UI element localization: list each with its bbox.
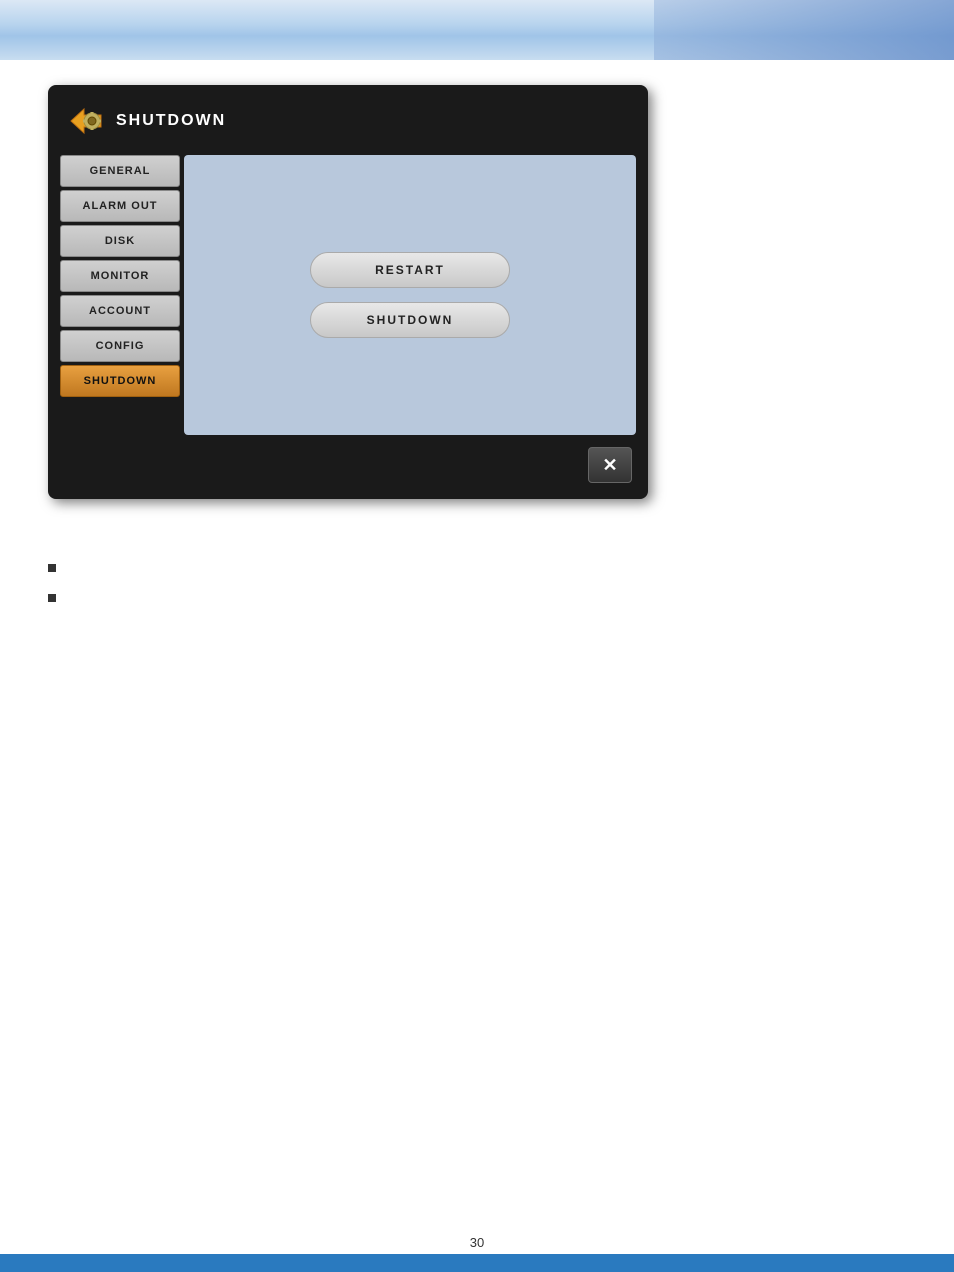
dialog-body: GENERAL ALARM OUT DISK MONITOR ACCOUNT C… <box>60 155 636 435</box>
content-panel: RESTART SHUTDOWN <box>184 155 636 435</box>
shutdown-button[interactable]: SHUTDOWN <box>310 302 510 338</box>
top-header <box>0 0 954 60</box>
bullet-item-2 <box>48 590 66 602</box>
sidebar-item-monitor[interactable]: MONITOR <box>60 260 180 292</box>
bullets-section <box>48 560 66 620</box>
dialog-title-bar: SHUTDOWN <box>60 97 636 145</box>
settings-icon <box>66 101 106 141</box>
sidebar-item-shutdown[interactable]: SHUTDOWN <box>60 365 180 397</box>
shutdown-dialog: SHUTDOWN GENERAL ALARM OUT DISK MONITOR … <box>48 85 648 499</box>
sidebar-item-disk[interactable]: DISK <box>60 225 180 257</box>
bullet-item-1 <box>48 560 66 572</box>
dialog-footer: ✕ <box>60 443 636 487</box>
sidebar-item-account[interactable]: ACCOUNT <box>60 295 180 327</box>
sidebar-item-general[interactable]: GENERAL <box>60 155 180 187</box>
sidebar-item-config[interactable]: CONFIG <box>60 330 180 362</box>
bullet-dot-2 <box>48 594 56 602</box>
sidebar-nav: GENERAL ALARM OUT DISK MONITOR ACCOUNT C… <box>60 155 180 435</box>
sidebar-item-alarm-out[interactable]: ALARM OUT <box>60 190 180 222</box>
page-number: 30 <box>470 1235 484 1250</box>
close-button[interactable]: ✕ <box>588 447 632 483</box>
dialog-title-text: SHUTDOWN <box>116 112 226 130</box>
restart-button[interactable]: RESTART <box>310 252 510 288</box>
bullet-dot-1 <box>48 564 56 572</box>
bottom-bar <box>0 1254 954 1272</box>
